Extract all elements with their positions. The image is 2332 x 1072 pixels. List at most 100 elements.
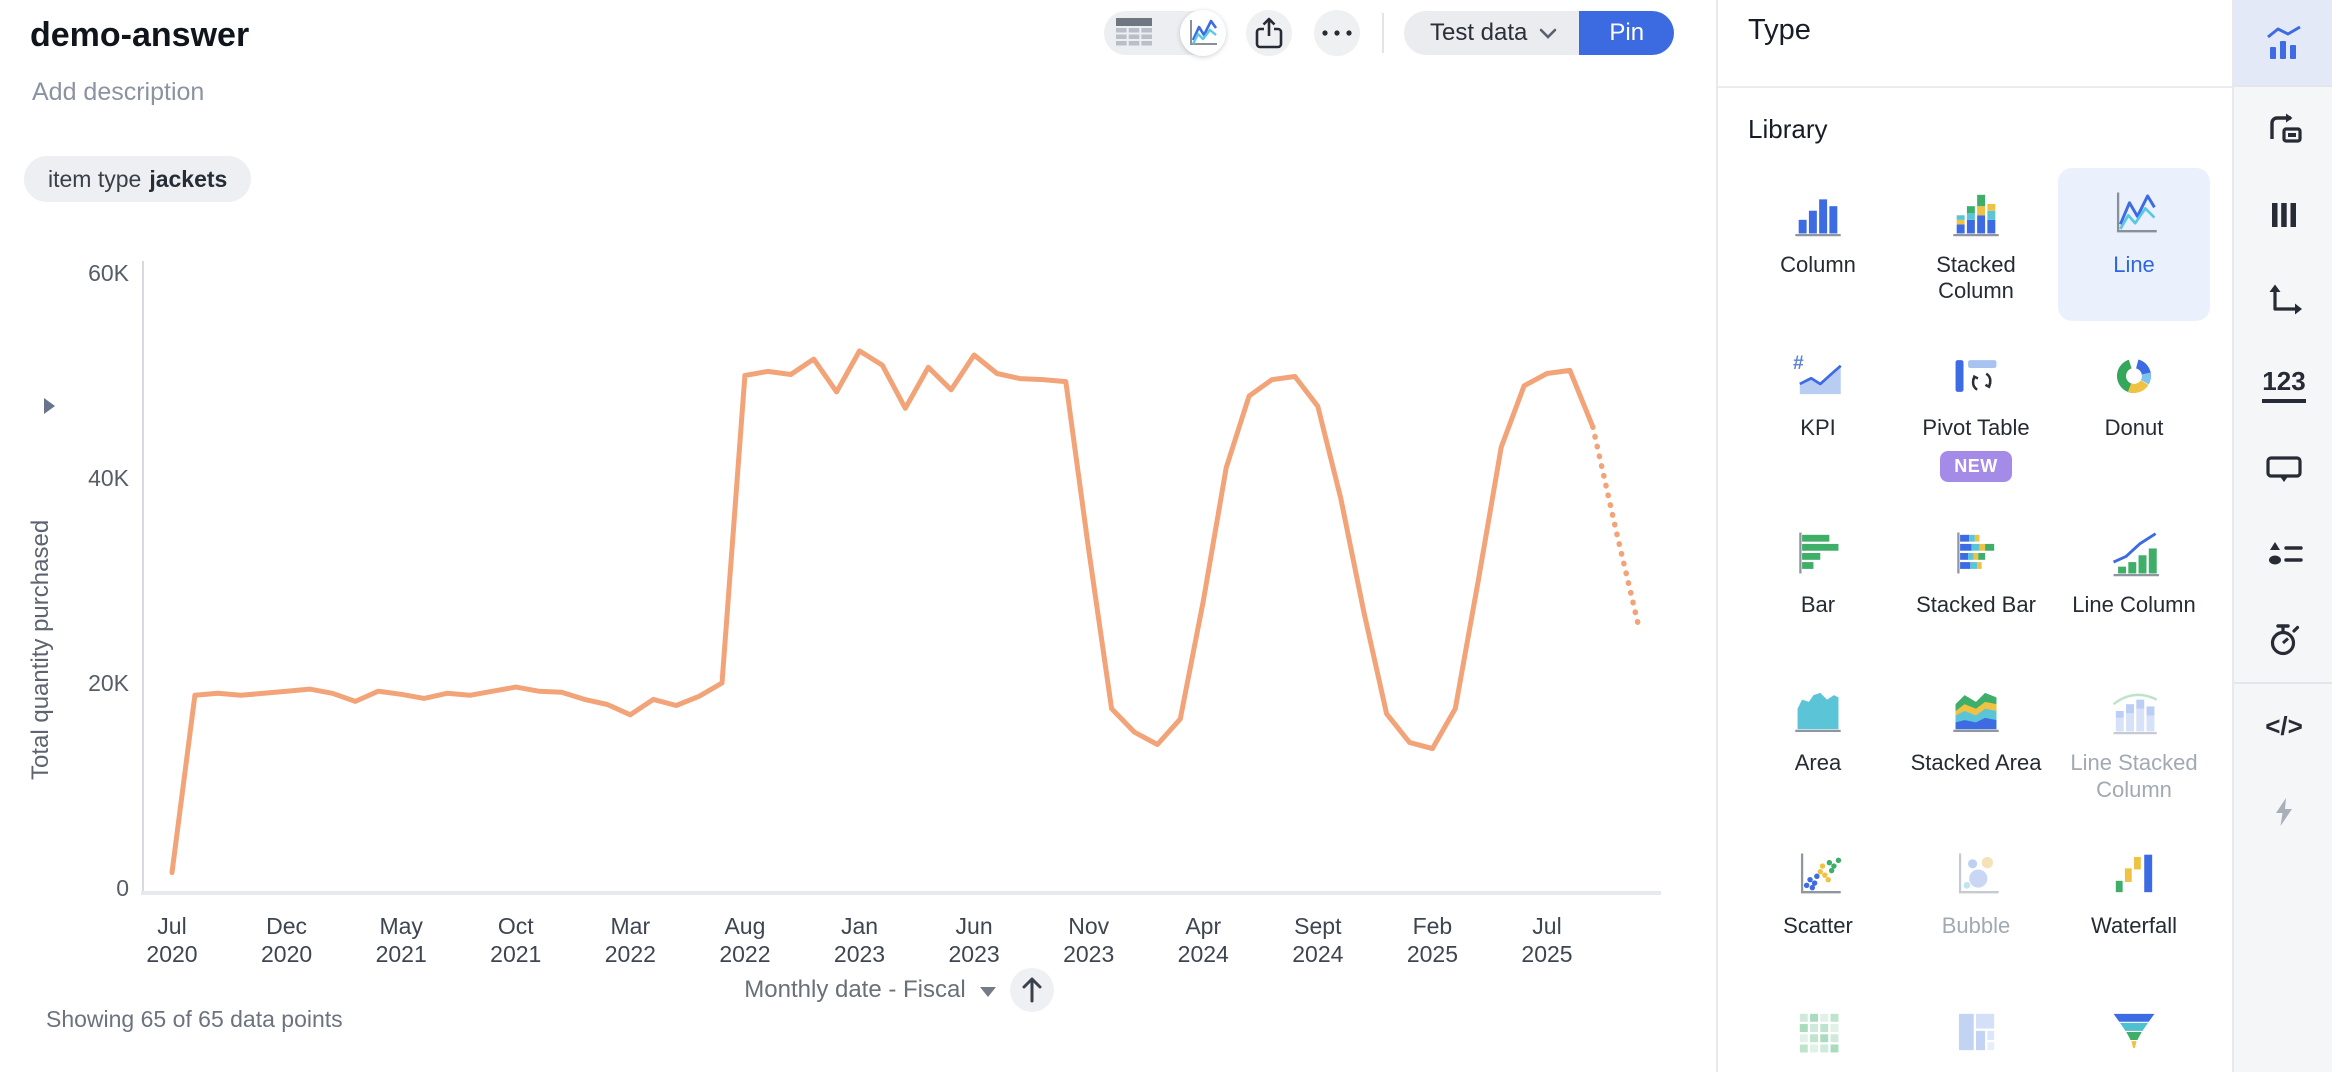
library-tile-area[interactable]: Area [1742, 666, 1894, 819]
sort-ascending-button[interactable] [1010, 968, 1054, 1012]
field-caret-icon[interactable] [980, 987, 996, 997]
dataset-pin-control: Test data Pin [1404, 11, 1674, 55]
toolbar-item-axes[interactable] [2234, 257, 2332, 342]
library-tile-line-stacked-column[interactable]: Line Stacked Column [2058, 666, 2210, 819]
toolbar-item-tooltip[interactable] [2234, 427, 2332, 512]
library-tile-heatmap[interactable]: Heatmap [1742, 987, 1894, 1072]
library-tile-funnel[interactable]: Funnel [2058, 987, 2210, 1072]
toolbar-item-series[interactable] [2234, 172, 2332, 257]
share-icon [1254, 16, 1284, 50]
library-tile-label: Stacked Column [1906, 252, 2046, 305]
library-tile-label: Stacked Area [1911, 750, 2042, 776]
table-icon [1115, 17, 1153, 49]
bar-chart-icon [1786, 528, 1850, 578]
library-tile-stacked-area[interactable]: Stacked Area [1900, 666, 2052, 819]
share-button[interactable] [1246, 10, 1292, 56]
library-tile-waterfall[interactable]: Waterfall [2058, 829, 2210, 977]
stacked-bar-icon [1944, 528, 2008, 578]
x-axis-field-label[interactable]: Monthly date - Fiscal [744, 976, 965, 1004]
chart-editor-app: demo-answer Add description item type ja… [0, 0, 2332, 1072]
library-tile-line-column[interactable]: Line Column [2058, 508, 2210, 656]
library-tile-label: Column [1780, 252, 1856, 278]
toolbar-item-move-to[interactable] [2234, 87, 2332, 172]
x-tick-label: Dec2020 [261, 913, 312, 967]
treemap-icon [1944, 1007, 2008, 1057]
filter-chip-item-type[interactable]: item type jackets [24, 156, 251, 202]
x-tick-label: Jul2020 [146, 913, 197, 967]
axes-icon [2265, 282, 2303, 318]
library-tile-scatter[interactable]: Scatter [1742, 829, 1894, 977]
legend-icon [2265, 539, 2303, 571]
library-tile-bubble[interactable]: Bubble [1900, 829, 2052, 977]
library-tile-treemap[interactable]: Treemap [1900, 987, 2052, 1072]
library-tile-bar[interactable]: Bar [1742, 508, 1894, 656]
toolbar-item-timer[interactable] [2234, 597, 2332, 682]
x-tick-label: Jul2025 [1521, 913, 1572, 967]
chart-line-projection[interactable] [1593, 427, 1639, 627]
scatter-chart-icon [1786, 849, 1850, 899]
area-chart-icon [1786, 686, 1850, 736]
stacked-area-icon [1944, 686, 2008, 736]
line-chart-view-icon [1187, 18, 1219, 48]
x-tick-label: Jun2023 [948, 913, 999, 967]
line-stacked-column-icon [2102, 686, 2166, 736]
x-tick-label: Apr2024 [1178, 913, 1229, 967]
library-tile-label: Scatter [1783, 913, 1853, 939]
library-tile-pivot-table[interactable]: Pivot Table NEW [1900, 331, 2052, 498]
chart-canvas[interactable]: 020K40K60KJul2020Dec2020May2021Oct2021Ma… [0, 240, 1710, 1000]
view-toggle [1104, 11, 1224, 55]
filter-chip-value: jackets [149, 166, 227, 193]
y-tick-label: 60K [88, 260, 130, 286]
library-tile-donut[interactable]: Donut [2058, 331, 2210, 498]
line-column-icon [2102, 528, 2166, 578]
data-points-status: Showing 65 of 65 data points [46, 1006, 343, 1033]
line-chart-icon [2102, 188, 2166, 238]
stacked-column-icon [1944, 188, 2008, 238]
toolbar-item-number-format[interactable]: 123 [2234, 342, 2332, 427]
library-tile-line[interactable]: Line [2058, 168, 2210, 321]
series-bars-icon [2268, 199, 2300, 231]
library-tile-label: Waterfall [2091, 913, 2177, 939]
type-panel: Type Library Column [1716, 0, 2232, 1072]
x-tick-label: May2021 [376, 913, 427, 967]
library-tile-stacked-bar[interactable]: Stacked Bar [1900, 508, 2052, 656]
library-section-label: Library [1748, 114, 1827, 145]
chart-view-toggle[interactable] [1180, 10, 1226, 56]
library-tile-column[interactable]: Column [1742, 168, 1894, 321]
x-tick-label: Sept2024 [1292, 913, 1343, 967]
funnel-chart-icon [2102, 1007, 2166, 1057]
tooltip-icon [2265, 454, 2303, 486]
pivot-table-icon [1944, 351, 2008, 401]
lightning-icon [2271, 796, 2297, 828]
toolbar-item-chart-type[interactable] [2234, 0, 2332, 85]
stopwatch-icon [2266, 622, 2302, 658]
toolbar-item-actions[interactable] [2234, 769, 2332, 854]
pin-button[interactable]: Pin [1579, 11, 1674, 55]
new-badge: NEW [1940, 451, 2012, 482]
x-tick-label: Jan2023 [834, 913, 885, 967]
chart-type-library: Column Stacked Column [1742, 168, 2210, 1072]
x-tick-label: Oct2021 [490, 913, 541, 967]
line-chart[interactable]: 020K40K60KJul2020Dec2020May2021Oct2021Ma… [0, 240, 1710, 1000]
settings-rail: 123 [2232, 0, 2332, 1072]
more-options-button[interactable] [1314, 10, 1360, 56]
chevron-down-icon [1539, 28, 1557, 39]
panel-title: Type [1748, 14, 1811, 47]
y-tick-label: 0 [116, 875, 129, 901]
library-tile-kpi[interactable]: # KPI [1742, 331, 1894, 498]
waterfall-chart-icon [2102, 849, 2166, 899]
library-tile-stacked-column[interactable]: Stacked Column [1900, 168, 2052, 321]
number-format-icon: 123 [2262, 366, 2305, 403]
y-tick-label: 40K [88, 465, 130, 491]
x-axis-field-control: Monthly date - Fiscal [143, 968, 1655, 1012]
donut-chart-icon [2102, 351, 2166, 401]
page-title[interactable]: demo-answer [30, 16, 249, 55]
table-view-toggle[interactable] [1104, 11, 1164, 55]
library-tile-label: Bubble [1942, 913, 2011, 939]
toolbar-item-legend[interactable] [2234, 512, 2332, 597]
chart-line[interactable] [172, 351, 1593, 873]
header-divider [1382, 13, 1384, 53]
toolbar-item-code[interactable]: </> [2234, 684, 2332, 769]
add-description-field[interactable]: Add description [32, 78, 204, 107]
dataset-selector-button[interactable]: Test data [1404, 11, 1579, 55]
